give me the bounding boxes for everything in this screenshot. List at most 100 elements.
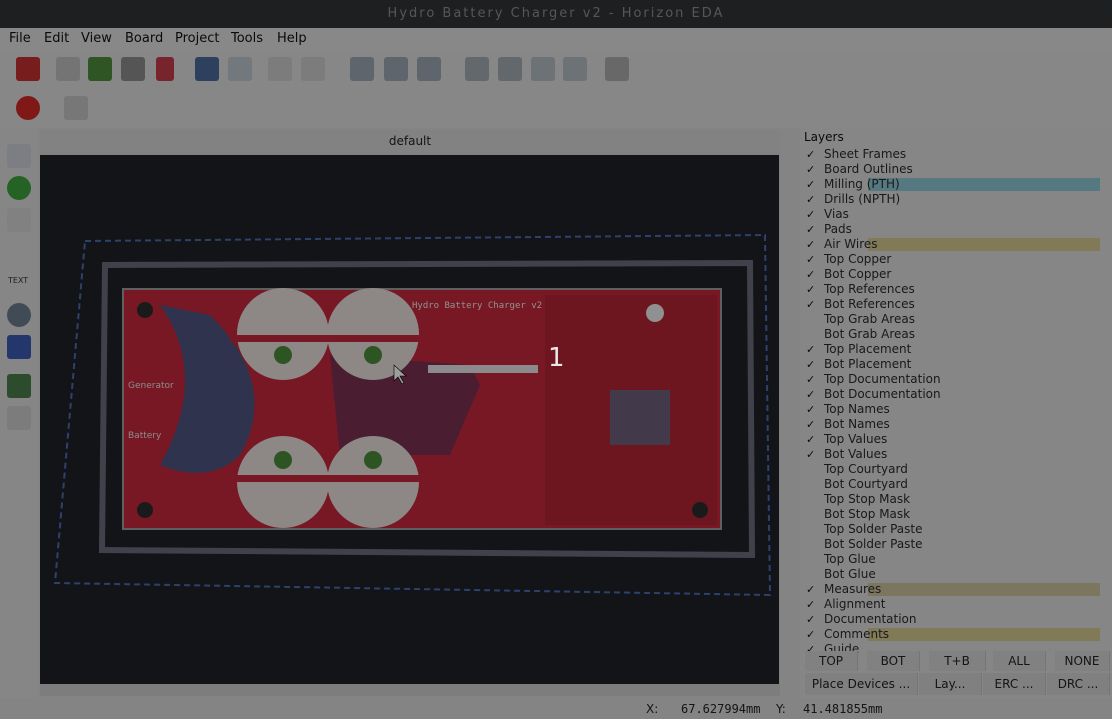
horizontal-scrollbar[interactable]	[40, 684, 780, 696]
delete-icon[interactable]	[605, 57, 629, 81]
layer-visibility-checkbox[interactable]: ✓	[806, 612, 818, 627]
layer-row[interactable]: Bot Stop Mask	[800, 507, 1100, 522]
layer-visibility-checkbox[interactable]: ✓	[806, 447, 818, 462]
flip-icon[interactable]	[531, 57, 555, 81]
layer-row[interactable]: Bot Solder Paste	[800, 537, 1100, 552]
layer-row[interactable]: ✓ Top Names	[800, 402, 1100, 417]
layer-visibility-checkbox[interactable]: ✓	[806, 297, 818, 312]
board-canvas[interactable]: Hydro Battery Charger v2 Generator Batte…	[40, 155, 779, 684]
layer-visibility-checkbox[interactable]: ✓	[806, 147, 818, 162]
hole-tool-icon[interactable]	[7, 303, 31, 327]
layer-row[interactable]: ✓ Top Copper	[800, 252, 1100, 267]
layer-visibility-checkbox[interactable]: ✓	[806, 192, 818, 207]
layer-visibility-checkbox[interactable]: ✓	[806, 417, 818, 432]
layer-visibility-checkbox[interactable]: ✓	[806, 597, 818, 612]
layer-row[interactable]: ✓ Bot Names	[800, 417, 1100, 432]
bot-button[interactable]: BOT	[867, 651, 920, 671]
layer-row[interactable]: ✓ Bot Documentation	[800, 387, 1100, 402]
layer-visibility-checkbox[interactable]: ✓	[806, 387, 818, 402]
layer-row[interactable]: ✓ Top Documentation	[800, 372, 1100, 387]
tab-place-devices[interactable]: Place Devices ...	[805, 673, 918, 695]
line-tool-icon[interactable]	[7, 208, 31, 232]
pointer-tool-icon[interactable]	[7, 144, 31, 168]
layer-visibility-checkbox[interactable]: ✓	[806, 432, 818, 447]
layer-row[interactable]: Bot Grab Areas	[800, 327, 1100, 342]
menu-board[interactable]: Board	[125, 31, 163, 46]
layer-visibility-checkbox[interactable]: ✓	[806, 582, 818, 597]
layer-visibility-checkbox[interactable]: ✓	[806, 282, 818, 297]
menu-view[interactable]: View	[81, 31, 112, 46]
layer-row[interactable]: ✓ Bot References	[800, 297, 1100, 312]
layer-row[interactable]: ✓ Drills (NPTH)	[800, 192, 1100, 207]
layer-visibility-checkbox[interactable]: ✓	[806, 252, 818, 267]
close-icon[interactable]	[16, 57, 40, 81]
zoom-in-icon[interactable]	[350, 57, 374, 81]
layer-row[interactable]: ✓ Comments	[800, 627, 1100, 642]
layer-row[interactable]: ✓ Measures	[800, 582, 1100, 597]
layer-row[interactable]: ✓ Milling (PTH)	[800, 177, 1100, 192]
top-bot-button[interactable]: T+B	[929, 651, 986, 671]
tab-drc[interactable]: DRC ...	[1047, 673, 1110, 695]
layer-row[interactable]: ✓ Documentation	[800, 612, 1100, 627]
layer-row[interactable]: Top Glue	[800, 552, 1100, 567]
menu-help[interactable]: Help	[277, 31, 307, 46]
stop-icon[interactable]	[16, 96, 40, 120]
layer-visibility-checkbox[interactable]: ✓	[806, 372, 818, 387]
menu-file[interactable]: File	[9, 31, 31, 46]
layer-visibility-checkbox[interactable]: ✓	[806, 207, 818, 222]
layer-row[interactable]: ✓ Pads	[800, 222, 1100, 237]
layer-visibility-checkbox[interactable]: ✓	[806, 222, 818, 237]
zoom-fit-icon[interactable]	[417, 57, 441, 81]
layer-visibility-checkbox[interactable]: ✓	[806, 237, 818, 252]
layer-row[interactable]: ✓ Alignment	[800, 597, 1100, 612]
layer-row[interactable]: Top Solder Paste	[800, 522, 1100, 537]
layer-visibility-checkbox[interactable]: ✓	[806, 267, 818, 282]
grid-icon[interactable]	[64, 96, 88, 120]
screen-icon[interactable]	[228, 57, 252, 81]
tab-layers[interactable]: Lay...	[919, 673, 982, 695]
home-icon[interactable]	[195, 57, 219, 81]
save-icon[interactable]	[56, 57, 80, 81]
plane-tool-icon[interactable]	[7, 374, 31, 398]
layer-visibility-checkbox[interactable]: ✓	[806, 627, 818, 642]
zoom-out-icon[interactable]	[384, 57, 408, 81]
layer-row[interactable]: Top Grab Areas	[800, 312, 1100, 327]
route-icon[interactable]	[156, 57, 174, 81]
layer-row[interactable]: ✓ Bot Copper	[800, 267, 1100, 282]
layer-row[interactable]: Bot Courtyard	[800, 477, 1100, 492]
via-tool-icon[interactable]	[7, 176, 31, 200]
layer-visibility-checkbox[interactable]: ✓	[806, 342, 818, 357]
layer-row[interactable]: ✓ Bot Placement	[800, 357, 1100, 372]
redo-icon[interactable]	[301, 57, 325, 81]
layer-row[interactable]: Top Stop Mask	[800, 492, 1100, 507]
undo-icon[interactable]	[268, 57, 292, 81]
layer-row[interactable]: ✓ Sheet Frames	[800, 147, 1100, 162]
mirror-icon[interactable]	[563, 57, 587, 81]
polygon-tool-icon[interactable]	[7, 335, 31, 359]
all-button[interactable]: ALL	[993, 651, 1046, 671]
layer-row[interactable]: ✓ Board Outlines	[800, 162, 1100, 177]
print-icon[interactable]	[121, 57, 145, 81]
menu-edit[interactable]: Edit	[44, 31, 69, 46]
layer-row[interactable]: Top Courtyard	[800, 462, 1100, 477]
layer-row[interactable]: ✓ Top Values	[800, 432, 1100, 447]
text-tool[interactable]: TEXT	[8, 276, 28, 285]
layer-row[interactable]: ✓ Top Placement	[800, 342, 1100, 357]
none-button[interactable]: NONE	[1055, 651, 1110, 671]
top-button[interactable]: TOP	[805, 651, 858, 671]
layer-visibility-checkbox[interactable]: ✓	[806, 177, 818, 192]
layer-row[interactable]: ✓ Air Wires	[800, 237, 1100, 252]
rotate-ccw-icon[interactable]	[498, 57, 522, 81]
menu-project[interactable]: Project	[175, 31, 219, 46]
layer-row[interactable]: ✓ Bot Values	[800, 447, 1100, 462]
tab-erc[interactable]: ERC ...	[983, 673, 1046, 695]
layer-row[interactable]: ✓ Vias	[800, 207, 1100, 222]
menu-tools[interactable]: Tools	[231, 31, 263, 46]
frame-tool-icon[interactable]	[7, 406, 31, 430]
layer-visibility-checkbox[interactable]: ✓	[806, 357, 818, 372]
export-icon[interactable]	[88, 57, 112, 81]
rotate-icon[interactable]	[465, 57, 489, 81]
layer-visibility-checkbox[interactable]: ✓	[806, 402, 818, 417]
layer-visibility-checkbox[interactable]: ✓	[806, 162, 818, 177]
layer-row[interactable]: ✓ Top References	[800, 282, 1100, 297]
